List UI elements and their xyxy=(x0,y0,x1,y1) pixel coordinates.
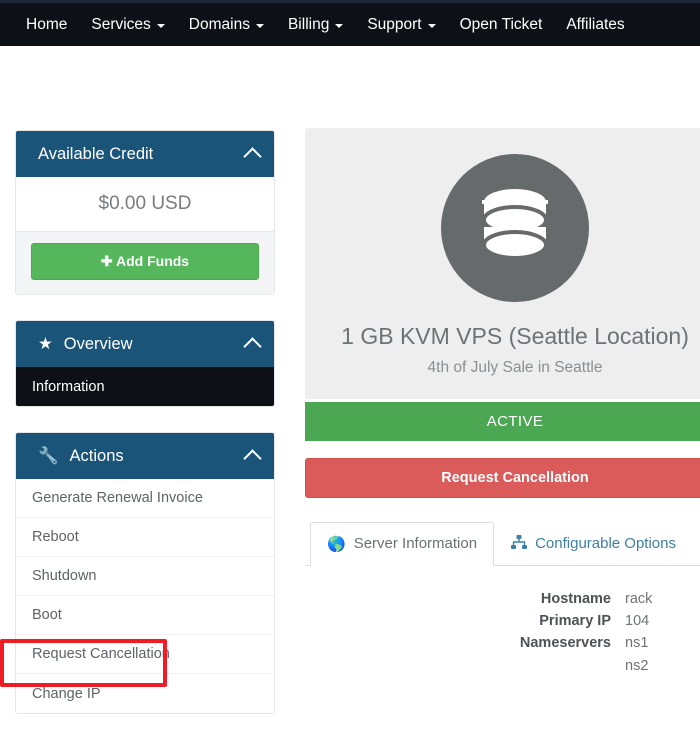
chevron-down-icon xyxy=(156,23,165,28)
tab-list: 🌎 Server Information Configurable Option… xyxy=(305,521,700,566)
nav-label: Home xyxy=(26,15,68,33)
sidebar-item-label: Boot xyxy=(32,607,62,623)
product-subtitle: 4th of July Sale in Seattle xyxy=(427,358,603,376)
nav-label: Affiliates xyxy=(566,15,625,33)
info-value: ns1 ns2 xyxy=(625,632,648,677)
nav-item-home[interactable]: Home xyxy=(14,3,79,46)
sidebar-item-label: Reboot xyxy=(32,529,79,545)
tabs-container: 🌎 Server Information Configurable Option… xyxy=(305,521,700,678)
main-content: 1 GB KVM VPS (Seattle Location) 4th of J… xyxy=(305,128,700,677)
tab-label: Configurable Options xyxy=(535,535,676,553)
top-navbar: Home Services Domains Billing Support Op… xyxy=(0,0,700,46)
nav-item-services[interactable]: Services xyxy=(79,3,176,46)
credit-footer: ✚ Add Funds xyxy=(16,231,274,294)
sidebar: Available Credit $0.00 USD ✚ Add Funds ★… xyxy=(15,130,275,739)
info-row-primary-ip: Primary IP 104 xyxy=(305,610,700,632)
sidebar-item-label: Generate Renewal Invoice xyxy=(32,490,203,506)
panel-header-overview[interactable]: ★ Overview xyxy=(16,321,274,367)
product-summary-box: 1 GB KVM VPS (Seattle Location) 4th of J… xyxy=(305,128,700,399)
panel-overview: ★ Overview Information xyxy=(15,320,275,407)
nameserver-2: ns2 xyxy=(625,657,649,674)
info-label: Hostname xyxy=(540,590,611,607)
status-badge: ACTIVE xyxy=(305,401,700,441)
tab-server-information[interactable]: 🌎 Server Information xyxy=(310,521,495,566)
panel-actions: 🔧 Actions Generate Renewal Invoice Reboo… xyxy=(15,432,275,714)
nav-label: Support xyxy=(367,15,422,33)
tab-label: Server Information xyxy=(353,535,478,553)
nav-label: Open Ticket xyxy=(459,15,543,33)
chevron-down-icon xyxy=(255,23,264,28)
nav-label: Billing xyxy=(287,15,330,33)
add-funds-button[interactable]: ✚ Add Funds xyxy=(31,243,259,280)
sidebar-item-shutdown[interactable]: Shutdown xyxy=(16,557,274,596)
chevron-up-icon[interactable] xyxy=(243,449,262,468)
nav-label: Domains xyxy=(188,15,250,33)
panel-title: Overview xyxy=(63,334,133,353)
wrench-icon: 🔧 xyxy=(38,446,59,465)
plus-icon: ✚ xyxy=(100,253,113,269)
info-row-nameservers: Nameservers ns1 ns2 xyxy=(305,632,700,677)
sidebar-item-generate-renewal-invoice[interactable]: Generate Renewal Invoice xyxy=(16,479,274,518)
globe-icon: 🌎 xyxy=(327,535,346,553)
info-row-hostname: Hostname rack xyxy=(305,588,700,610)
sidebar-item-change-ip[interactable]: Change IP xyxy=(16,674,274,713)
sitemap-icon xyxy=(511,534,528,553)
sidebar-item-request-cancellation[interactable]: Request Cancellation xyxy=(16,635,274,674)
sidebar-item-label: Change IP xyxy=(32,685,101,702)
chevron-down-icon xyxy=(335,23,344,28)
star-icon: ★ xyxy=(38,335,53,353)
database-icon xyxy=(441,154,589,302)
panel-header-available-credit[interactable]: Available Credit xyxy=(16,131,274,177)
panel-header-actions[interactable]: 🔧 Actions xyxy=(16,433,274,479)
tab-panel-server-information: Hostname rack Primary IP 104 Nameservers… xyxy=(305,566,700,678)
product-title: 1 GB KVM VPS (Seattle Location) xyxy=(341,323,689,349)
nameserver-1: ns1 xyxy=(625,635,649,652)
panel-title: Actions xyxy=(69,446,124,465)
panel-title: Available Credit xyxy=(38,144,154,163)
info-label: Nameservers xyxy=(519,635,611,652)
sidebar-item-reboot[interactable]: Reboot xyxy=(16,518,274,557)
nav-label: Services xyxy=(91,15,151,33)
sidebar-item-label: Shutdown xyxy=(32,568,97,584)
panel-available-credit: Available Credit $0.00 USD ✚ Add Funds xyxy=(15,130,275,295)
chevron-down-icon xyxy=(427,23,436,28)
sidebar-item-label: Request Cancellation xyxy=(32,646,170,662)
info-value: rack xyxy=(625,590,653,607)
info-label: Primary IP xyxy=(539,612,611,629)
sidebar-item-boot[interactable]: Boot xyxy=(16,596,274,635)
nav-item-support[interactable]: Support xyxy=(355,3,447,46)
tab-configurable-options[interactable]: Configurable Options xyxy=(494,522,693,566)
nav-item-affiliates[interactable]: Affiliates xyxy=(554,3,636,46)
request-cancellation-button[interactable]: Request Cancellation xyxy=(305,457,700,498)
nav-item-domains[interactable]: Domains xyxy=(177,3,276,46)
nav-item-open-ticket[interactable]: Open Ticket xyxy=(448,3,555,46)
chevron-up-icon[interactable] xyxy=(243,337,262,356)
sidebar-item-label: Information xyxy=(32,378,105,395)
nav-item-billing[interactable]: Billing xyxy=(276,3,355,46)
sidebar-item-information[interactable]: Information xyxy=(16,367,274,406)
info-value: 104 xyxy=(625,612,650,629)
add-funds-label: Add Funds xyxy=(116,253,190,269)
credit-amount: $0.00 USD xyxy=(16,177,274,231)
chevron-up-icon[interactable] xyxy=(243,147,262,166)
